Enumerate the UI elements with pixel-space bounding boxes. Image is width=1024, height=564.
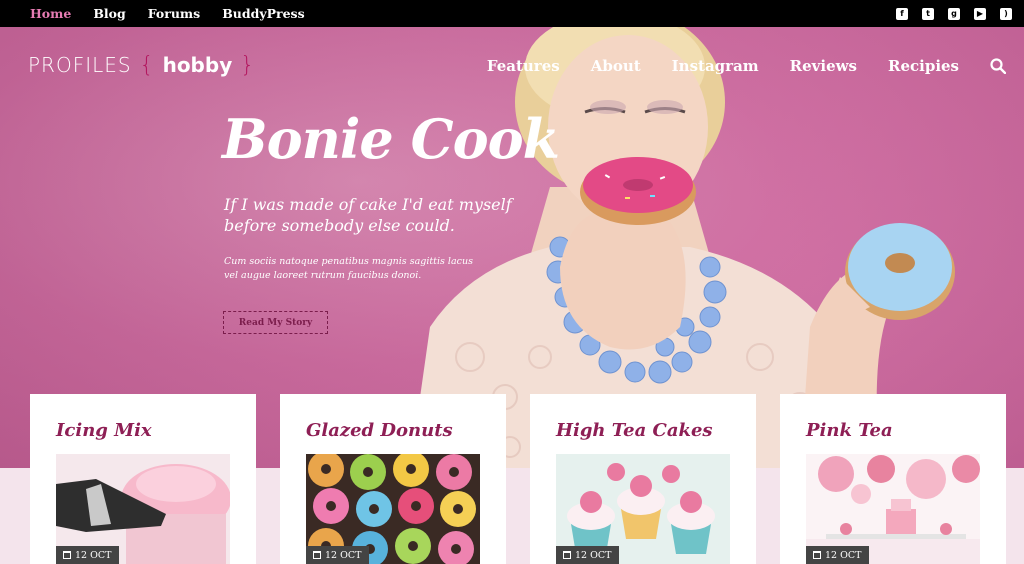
site-logo[interactable]: PROFILES { hobby } xyxy=(28,53,255,78)
card-glazed-donuts[interactable]: Glazed Donuts 12 OCT xyxy=(280,394,506,564)
calendar-icon xyxy=(563,551,571,559)
nav-item-reviews[interactable]: Reviews xyxy=(790,57,857,75)
card-title[interactable]: Icing Mix xyxy=(56,420,230,441)
card-date: 12 OCT xyxy=(806,546,869,564)
top-link-home[interactable]: Home xyxy=(30,6,71,21)
card-title[interactable]: High Tea Cakes xyxy=(556,420,730,441)
nav-item-instagram[interactable]: Instagram xyxy=(672,57,759,75)
logo-word: hobby xyxy=(162,53,233,77)
hero-blurb: Cum sociis natoque penatibus magnis sagi… xyxy=(224,256,473,281)
top-links: Home Blog Forums BuddyPress xyxy=(30,6,305,21)
card-date: 12 OCT xyxy=(556,546,619,564)
social-icons: f t g ▶ ) xyxy=(896,7,1012,20)
card-image[interactable]: 12 OCT xyxy=(306,454,480,564)
top-link-forums[interactable]: Forums xyxy=(148,6,200,21)
google-plus-icon[interactable]: g xyxy=(948,7,960,20)
card-date: 12 OCT xyxy=(56,546,119,564)
search-icon[interactable] xyxy=(990,58,1006,74)
nav-item-features[interactable]: Features xyxy=(487,57,560,75)
twitter-icon[interactable]: t xyxy=(922,7,934,20)
card-title[interactable]: Glazed Donuts xyxy=(306,420,480,441)
card-icing-mix[interactable]: Icing Mix 12 OCT xyxy=(30,394,256,564)
recipe-cards: Icing Mix 12 OCT Glazed Donuts 12 OCT Hi… xyxy=(30,394,1006,564)
read-my-story-button[interactable]: Read My Story xyxy=(223,311,328,334)
nav-item-about[interactable]: About xyxy=(591,57,641,75)
card-high-tea-cakes[interactable]: High Tea Cakes 12 OCT xyxy=(530,394,756,564)
youtube-icon[interactable]: ▶ xyxy=(974,7,986,20)
admin-top-bar: Home Blog Forums BuddyPress f t g ▶ ) xyxy=(0,0,1024,27)
card-image[interactable]: 12 OCT xyxy=(56,454,230,564)
logo-brace-open: { xyxy=(139,53,155,78)
rss-icon[interactable]: ) xyxy=(1000,7,1012,20)
main-nav: Features About Instagram Reviews Recipie… xyxy=(487,57,1006,75)
logo-brace-close: } xyxy=(240,53,256,78)
top-link-blog[interactable]: Blog xyxy=(93,6,125,21)
card-pink-tea[interactable]: Pink Tea 12 OCT xyxy=(780,394,1006,564)
logo-brand: PROFILES xyxy=(28,53,132,77)
hero-headline: Bonie Cook xyxy=(222,107,560,171)
facebook-icon[interactable]: f xyxy=(896,7,908,20)
calendar-icon xyxy=(63,551,71,559)
hero-tagline: If I was made of cake I'd eat myself bef… xyxy=(224,195,512,235)
card-image[interactable]: 12 OCT xyxy=(556,454,730,564)
card-date: 12 OCT xyxy=(306,546,369,564)
nav-item-recipies[interactable]: Recipies xyxy=(888,57,959,75)
calendar-icon xyxy=(313,551,321,559)
card-title[interactable]: Pink Tea xyxy=(806,420,980,441)
top-link-buddypress[interactable]: BuddyPress xyxy=(222,6,304,21)
card-image[interactable]: 12 OCT xyxy=(806,454,980,564)
calendar-icon xyxy=(813,551,821,559)
